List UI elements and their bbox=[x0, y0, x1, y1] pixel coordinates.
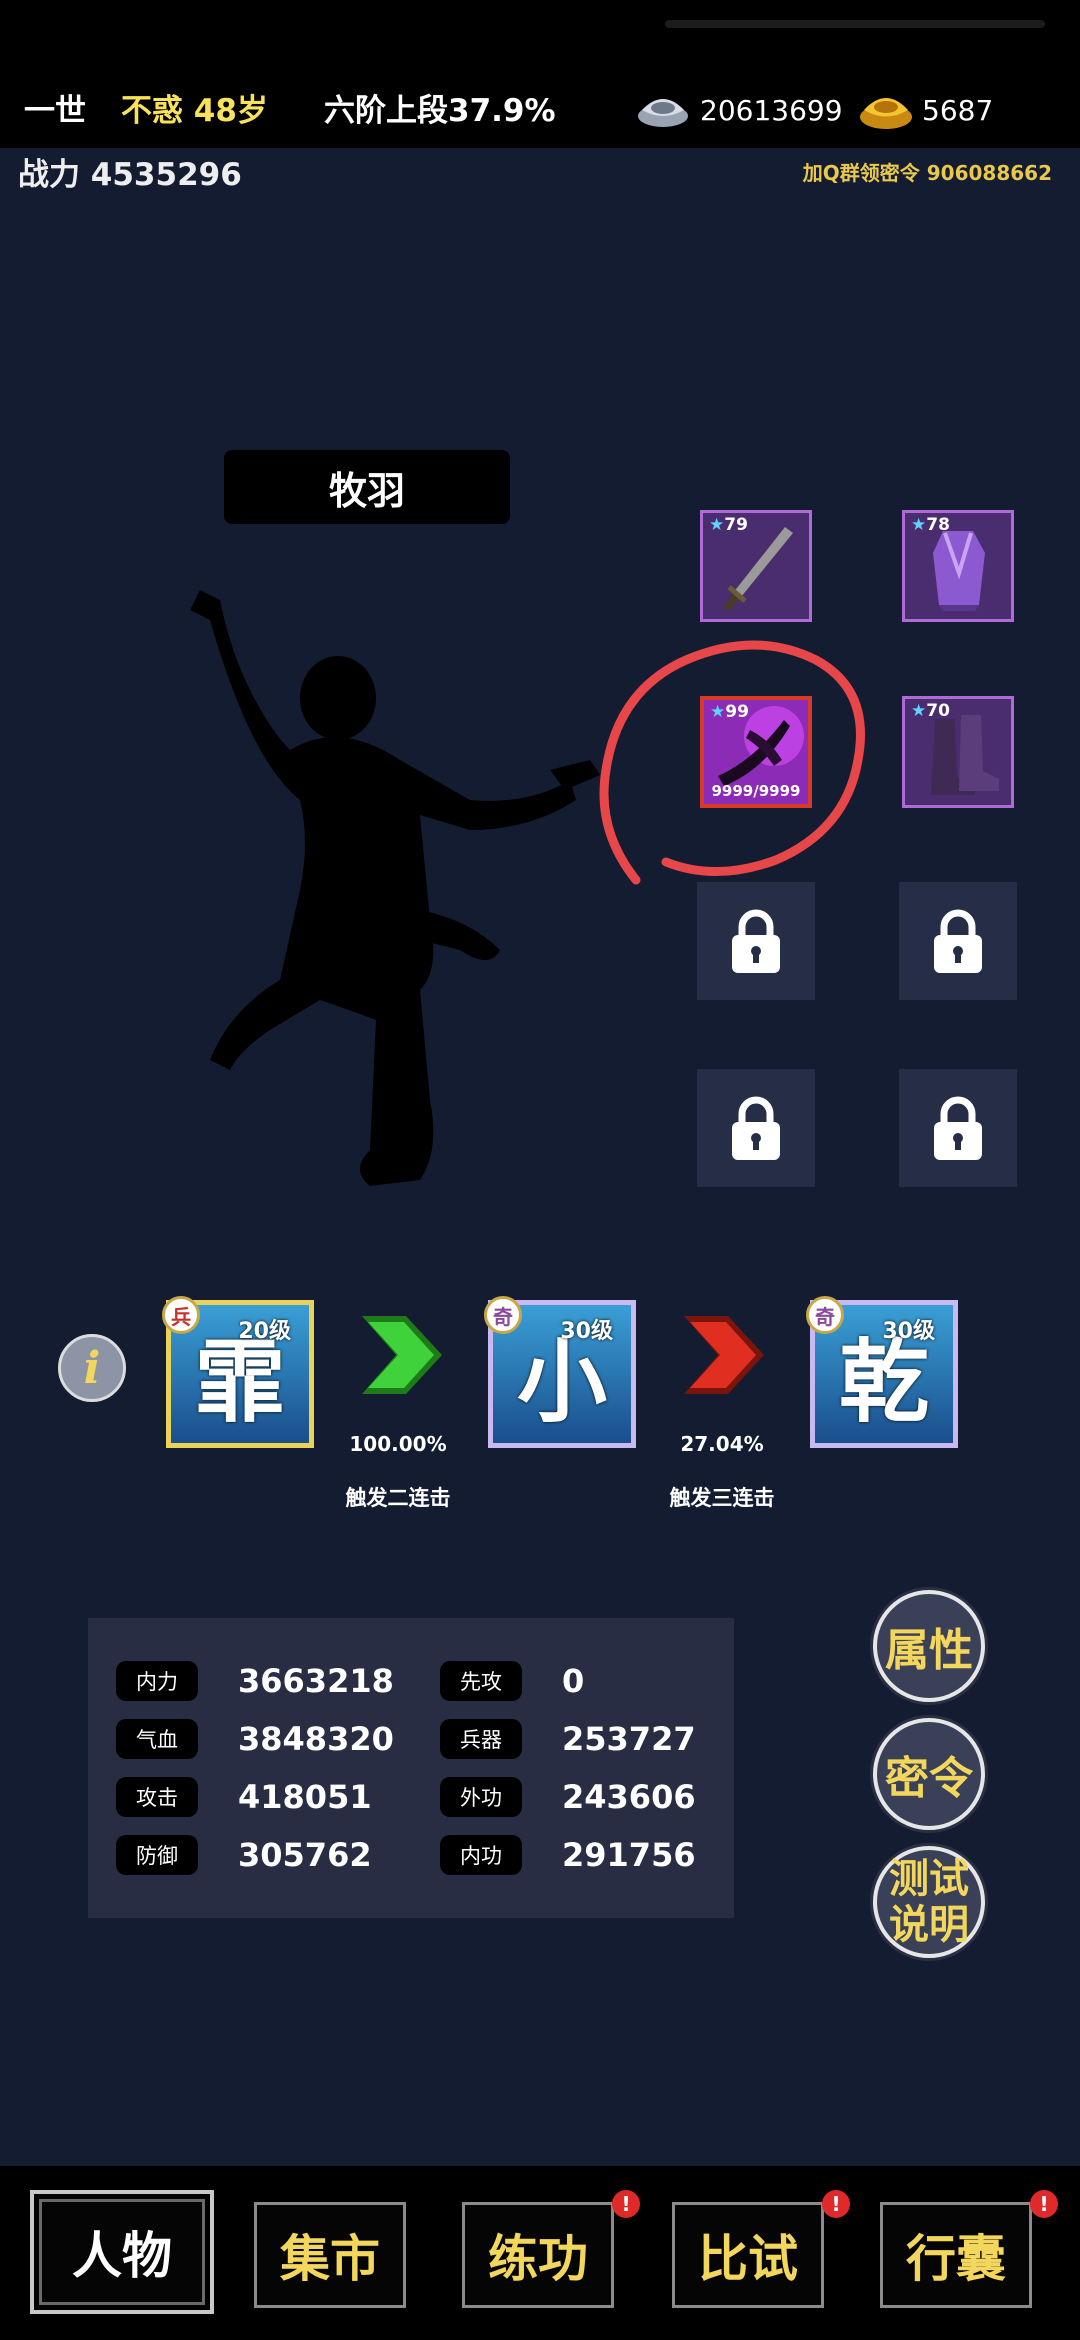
generation-label: 一世 bbox=[24, 93, 86, 129]
stat-value: 243606 bbox=[562, 1778, 696, 1816]
locked-slot[interactable] bbox=[899, 882, 1017, 1000]
code-button[interactable]: 密令 bbox=[873, 1718, 985, 1830]
stat-value: 3848320 bbox=[238, 1720, 394, 1758]
equipment-level: 79 bbox=[724, 515, 748, 535]
equipment-slot-weapon[interactable]: ★79 bbox=[700, 510, 812, 622]
stat-label: 内力 bbox=[116, 1661, 198, 1701]
realm-progress: 六阶上段37.9% bbox=[324, 93, 556, 129]
stat-value: 305762 bbox=[238, 1836, 372, 1874]
stat-label: 先攻 bbox=[440, 1661, 522, 1701]
stat-value: 291756 bbox=[562, 1836, 696, 1874]
attributes-button-label: 属性 bbox=[885, 1625, 973, 1676]
chain-arrow-fill bbox=[368, 1322, 434, 1388]
skill-type-badge: 兵 bbox=[162, 1296, 200, 1334]
lock-icon bbox=[732, 1096, 780, 1160]
gold-ingot-icon bbox=[860, 98, 912, 129]
stat-value: 0 bbox=[562, 1662, 585, 1700]
red-circle-annotation bbox=[599, 640, 865, 885]
equipment-slot-armor[interactable]: ★78 bbox=[902, 510, 1014, 622]
lock-icon bbox=[732, 909, 780, 973]
chain-description: 触发三连击 bbox=[669, 1486, 775, 1510]
silver-amount: 20613699 bbox=[700, 94, 843, 127]
gesture-handle bbox=[665, 20, 1045, 28]
equipment-level: 70 bbox=[926, 701, 950, 721]
skill-level: 20级 bbox=[238, 1319, 291, 1344]
notification-badge: ! bbox=[612, 2190, 640, 2218]
attributes-button[interactable]: 属性 bbox=[873, 1590, 985, 1702]
notification-badge: ! bbox=[1030, 2190, 1058, 2218]
notification-badge: ! bbox=[822, 2190, 850, 2218]
nav-label: 比试 bbox=[698, 2230, 798, 2288]
lock-icon bbox=[934, 1096, 982, 1160]
nav-inventory[interactable]: 行囊 bbox=[880, 2202, 1032, 2308]
gold-amount: 5687 bbox=[922, 94, 994, 127]
locked-slot[interactable] bbox=[697, 882, 815, 1000]
character-name: 牧羽 bbox=[224, 450, 510, 524]
stat-label: 外功 bbox=[440, 1777, 522, 1817]
stat-label: 攻击 bbox=[116, 1777, 198, 1817]
promo-text[interactable]: 加Q群领密令 906088662 bbox=[803, 156, 1052, 190]
stat-value: 418051 bbox=[238, 1778, 372, 1816]
nav-duel[interactable]: 比试 bbox=[672, 2202, 824, 2308]
nav-character[interactable]: 人物 bbox=[30, 2190, 214, 2314]
chevron-right-icon bbox=[362, 1316, 442, 1394]
stat-label: 气血 bbox=[116, 1719, 198, 1759]
nav-label: 集市 bbox=[280, 2230, 380, 2288]
nav-training[interactable]: 练功 bbox=[462, 2202, 614, 2308]
nav-market[interactable]: 集市 bbox=[254, 2202, 406, 2308]
test-info-line2: 说明 bbox=[889, 1902, 969, 1948]
stat-label: 防御 bbox=[116, 1835, 198, 1875]
chain-arrow-fill bbox=[690, 1322, 756, 1388]
test-info-line1: 测试 bbox=[889, 1856, 969, 1902]
equipment-level: 78 bbox=[926, 515, 950, 535]
info-button[interactable]: i bbox=[58, 1334, 126, 1402]
nav-label: 练功 bbox=[488, 2230, 588, 2288]
locked-slot[interactable] bbox=[697, 1069, 815, 1187]
nav-label: 人物 bbox=[72, 2227, 172, 2285]
code-button-label: 密令 bbox=[885, 1753, 973, 1804]
lock-icon bbox=[934, 909, 982, 973]
age-label: 不惑 48岁 bbox=[121, 93, 268, 129]
equipment-slot-boots[interactable]: ★70 bbox=[902, 696, 1014, 808]
nav-label: 行囊 bbox=[906, 2230, 1006, 2288]
chain-percent: 27.04% bbox=[680, 1432, 764, 1456]
locked-slot[interactable] bbox=[899, 1069, 1017, 1187]
stat-value: 3663218 bbox=[238, 1662, 394, 1700]
skill-level: 30级 bbox=[882, 1319, 935, 1344]
chain-percent: 100.00% bbox=[349, 1432, 447, 1456]
skill-level: 30级 bbox=[560, 1319, 613, 1344]
stat-value: 253727 bbox=[562, 1720, 696, 1758]
silver-ingot-icon bbox=[638, 99, 688, 127]
skill-type-badge: 奇 bbox=[806, 1296, 844, 1334]
chain-description: 触发二连击 bbox=[345, 1486, 451, 1510]
test-info-button[interactable]: 测试 说明 bbox=[873, 1846, 985, 1958]
skill-type-badge: 奇 bbox=[484, 1296, 522, 1334]
chevron-right-icon bbox=[684, 1316, 764, 1394]
stat-label: 兵器 bbox=[440, 1719, 522, 1759]
stat-label: 内功 bbox=[440, 1835, 522, 1875]
combat-power: 战力 4535296 bbox=[18, 157, 242, 193]
character-silhouette bbox=[190, 590, 600, 1186]
